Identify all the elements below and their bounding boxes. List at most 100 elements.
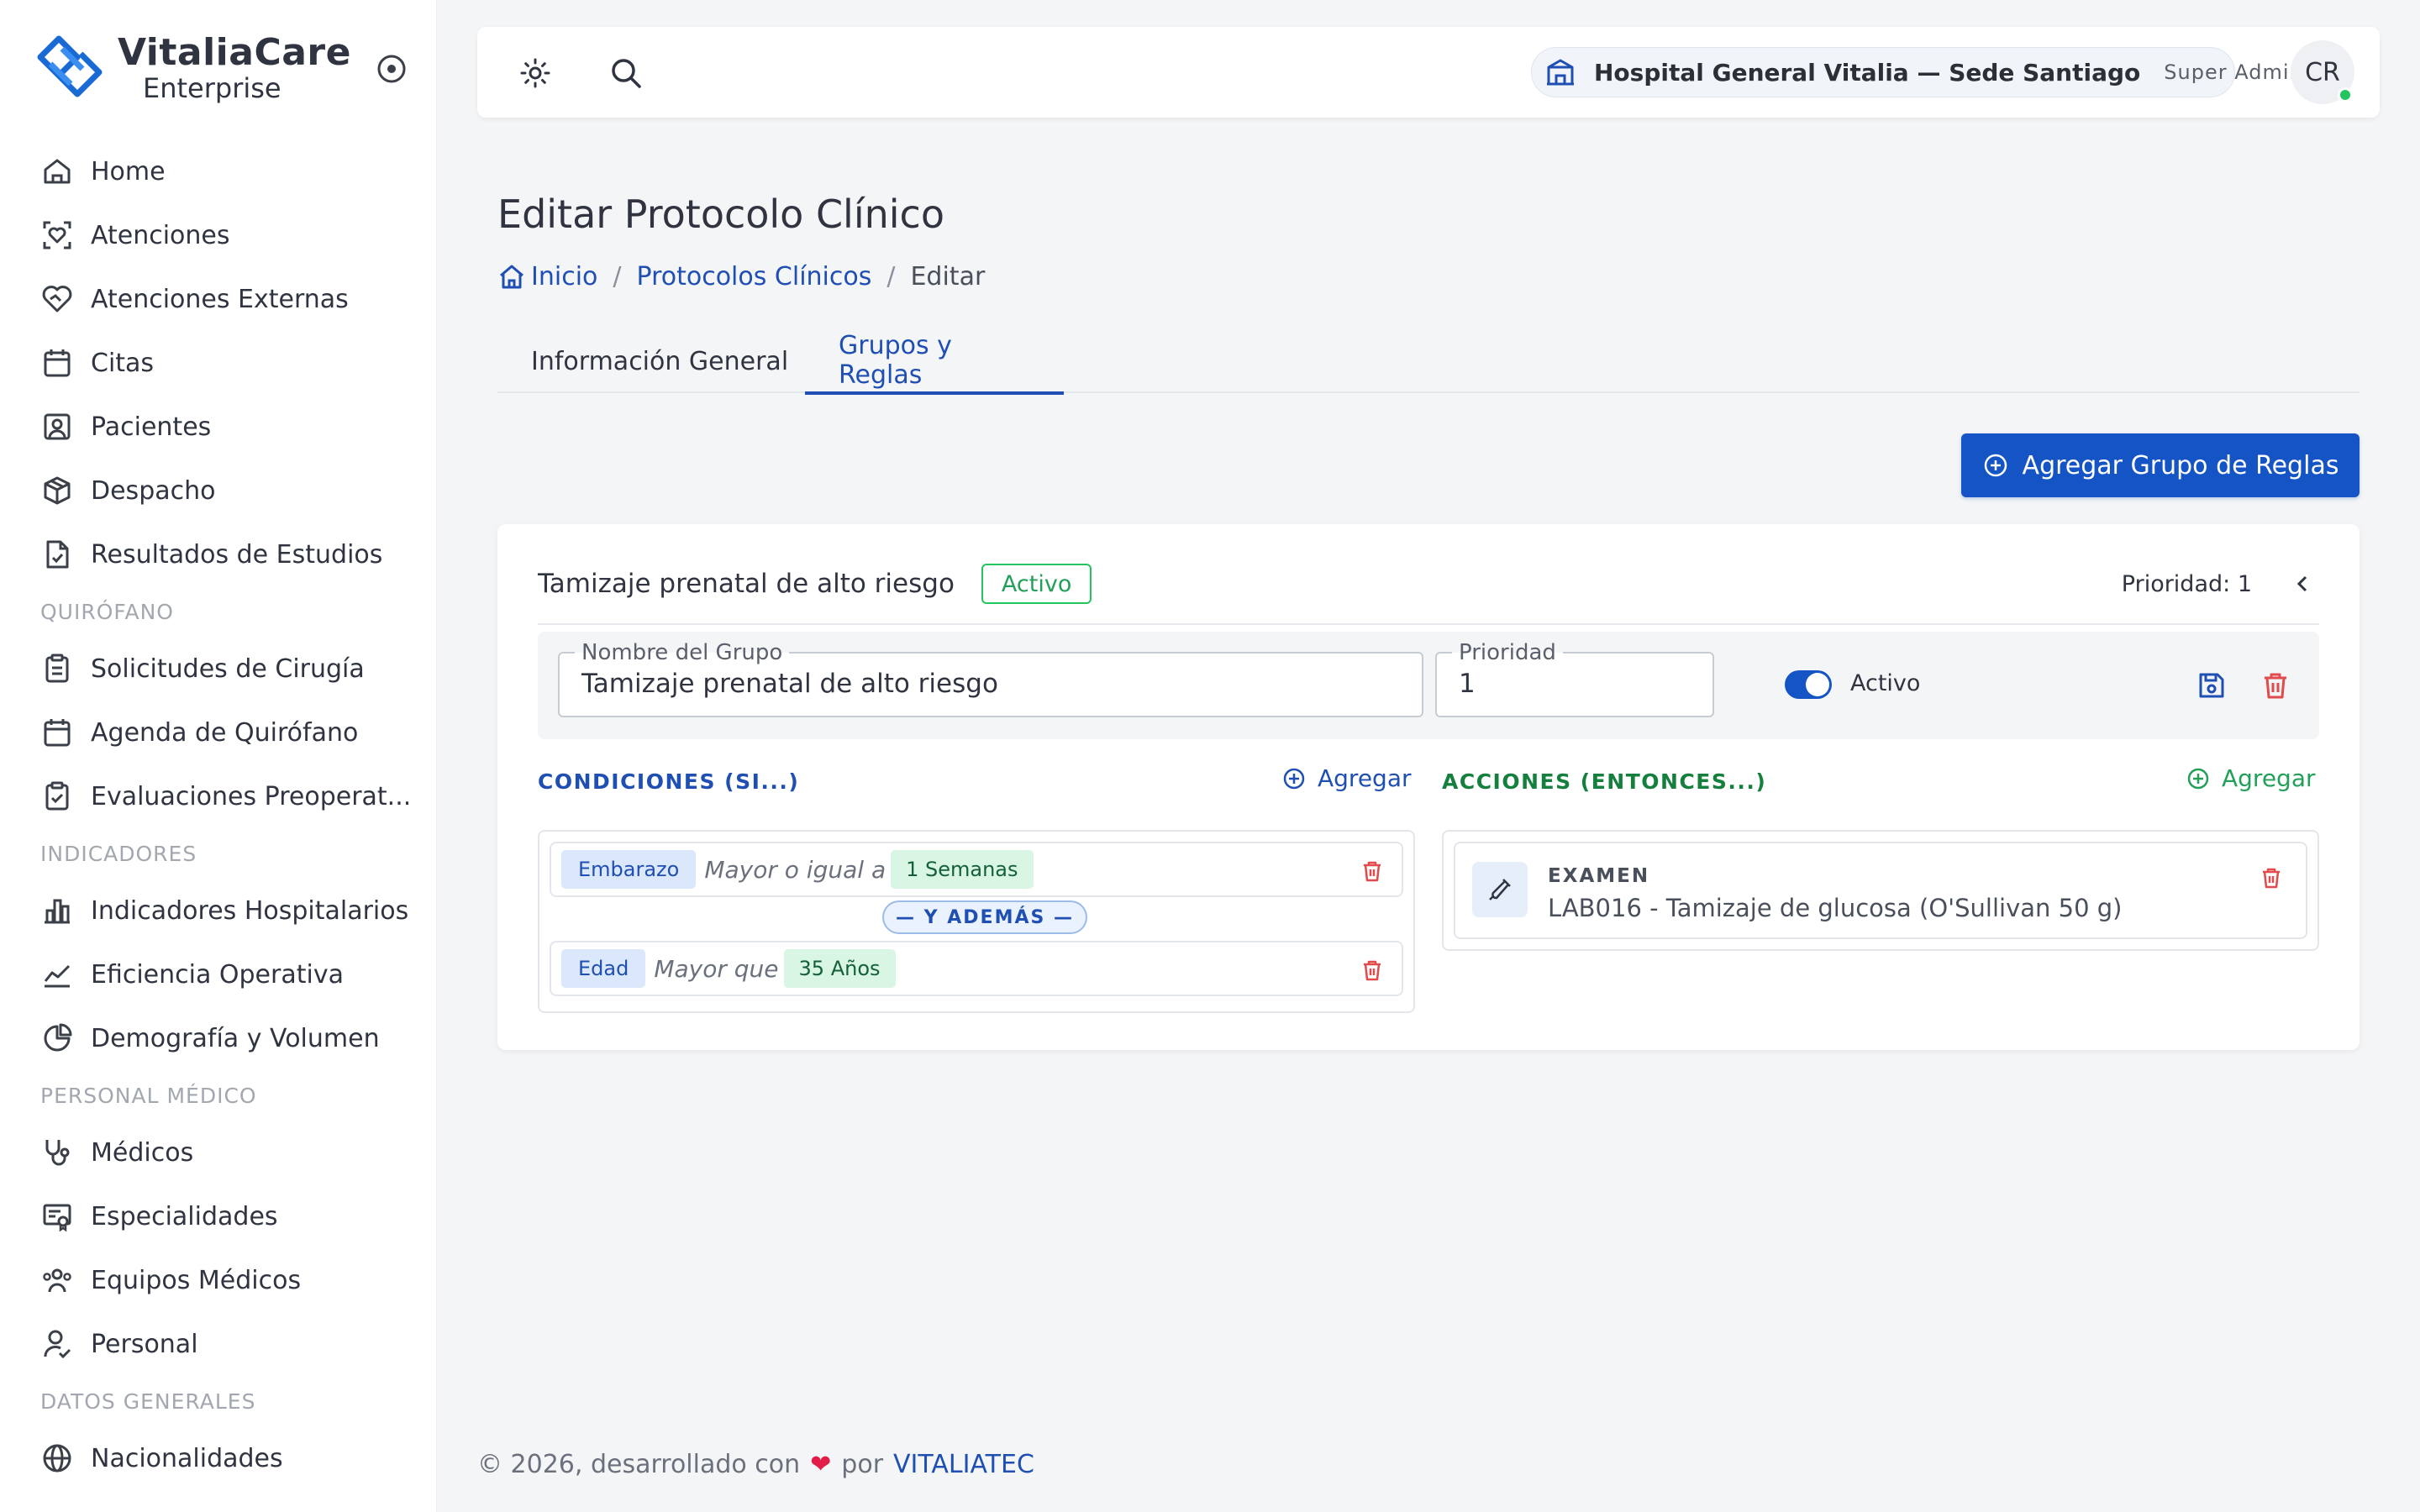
- add-condition-button[interactable]: Agregar: [1282, 764, 1412, 792]
- footer-company-link[interactable]: VITALIATEC: [893, 1450, 1034, 1479]
- action-row: EXAMEN LAB016 - Tamizaje de glucosa (O'S…: [1454, 842, 2307, 939]
- sidebar: VitaliaCare Enterprise Home Atenciones A…: [0, 0, 437, 1512]
- user-square-icon: [44, 413, 71, 440]
- tab-grupos-reglas[interactable]: Grupos y Reglas: [805, 329, 1064, 395]
- sidebar-item-medicos[interactable]: Médicos: [0, 1121, 436, 1184]
- save-icon[interactable]: [2193, 667, 2230, 704]
- nav-section-datos: DATOS GENERALES: [40, 1389, 256, 1414]
- sidebar-item-pacientes[interactable]: Pacientes: [0, 395, 436, 459]
- handshake-heart-icon: [42, 286, 72, 312]
- action-value: LAB016 - Tamizaje de glucosa (O'Sullivan…: [1548, 894, 2123, 922]
- priority-input[interactable]: 1: [1459, 669, 1707, 699]
- sidebar-item-agenda-quirofano[interactable]: Agenda de Quirófano: [0, 701, 436, 764]
- page-title: Editar Protocolo Clínico: [497, 192, 944, 237]
- user-role: Super Admin: [2164, 60, 2303, 84]
- sidebar-item-label: Citas: [91, 348, 155, 378]
- footer: © 2026, desarrollado con ❤ por VITALIATE…: [477, 1450, 1034, 1479]
- sidebar-item-atenciones-externas[interactable]: Atenciones Externas: [0, 267, 436, 331]
- sidebar-item-label: Agenda de Quirófano: [91, 717, 359, 748]
- online-status-dot: [2338, 87, 2353, 102]
- active-toggle-label: Activo: [1850, 670, 1921, 696]
- breadcrumb-home-label: Inicio: [531, 262, 598, 291]
- sidebar-item-solicitudes-cirugia[interactable]: Solicitudes de Cirugía: [0, 637, 436, 701]
- rule-group-header[interactable]: Tamizaje prenatal de alto riesgo Activo …: [538, 544, 2319, 625]
- sidebar-item-eficiencia[interactable]: Eficiencia Operativa: [0, 942, 436, 1006]
- sidebar-item-equipos[interactable]: Equipos Médicos: [0, 1248, 436, 1312]
- sidebar-item-label: Personal: [91, 1329, 198, 1359]
- clipboard-icon: [45, 654, 69, 683]
- group-edit-form: Nombre del Grupo Tamizaje prenatal de al…: [538, 632, 2319, 739]
- sidebar-item-label: Home: [91, 156, 166, 186]
- sidebar-item-resultados[interactable]: Resultados de Estudios: [0, 522, 436, 586]
- add-action-button[interactable]: Agregar: [2186, 764, 2316, 792]
- add-condition-label: Agregar: [1318, 764, 1412, 792]
- chevron-left-icon[interactable]: [2286, 567, 2319, 601]
- test-tube-icon: [1472, 862, 1528, 917]
- sidebar-item-label: Especialidades: [91, 1201, 278, 1231]
- breadcrumb-home-link[interactable]: Inicio: [497, 262, 597, 291]
- sidebar-item-nacionalidades[interactable]: Nacionalidades: [0, 1426, 436, 1490]
- footer-by: por: [841, 1450, 884, 1479]
- sidebar-item-label: Solicitudes de Cirugía: [91, 654, 365, 684]
- tab-informacion-general[interactable]: Información General: [497, 329, 822, 393]
- sidebar-item-especialidades[interactable]: Especialidades: [0, 1184, 436, 1248]
- sidebar-item-citas[interactable]: Citas: [0, 331, 436, 395]
- sidebar-item-evaluaciones[interactable]: Evaluaciones Preoperat...: [0, 764, 436, 828]
- sidebar-item-atenciones[interactable]: Atenciones: [0, 203, 436, 267]
- trash-icon[interactable]: [2257, 667, 2294, 704]
- sidebar-item-indicadores-hospitalarios[interactable]: Indicadores Hospitalarios: [0, 879, 436, 942]
- plus-circle-icon: [1283, 768, 1305, 789]
- trash-icon[interactable]: [1358, 857, 1386, 885]
- calendar-icon: [44, 719, 71, 747]
- action-type: EXAMEN: [1548, 865, 1650, 887]
- nav-section-personal: PERSONAL MÉDICO: [40, 1083, 257, 1108]
- home-icon: [500, 265, 523, 288]
- brand-name: VitaliaCare: [118, 31, 351, 74]
- package-icon: [44, 476, 71, 505]
- add-rule-group-button[interactable]: Agregar Grupo de Reglas: [1961, 433, 2360, 497]
- home-icon: [44, 159, 71, 184]
- sidebar-item-demografia[interactable]: Demografía y Volumen: [0, 1006, 436, 1070]
- rule-group-title: Tamizaje prenatal de alto riesgo: [538, 569, 955, 599]
- sidebar-item-home[interactable]: Home: [0, 139, 436, 203]
- trash-icon[interactable]: [1358, 956, 1386, 984]
- heart-icon: ❤: [810, 1450, 832, 1479]
- group-name-input[interactable]: Tamizaje prenatal de alto riesgo: [581, 669, 1357, 699]
- condition-row: Edad Mayor que 35 Años: [550, 941, 1403, 996]
- search-button[interactable]: [605, 52, 647, 94]
- tenant-name: Hospital General Vitalia — Sede Santiago: [1594, 58, 2141, 87]
- sidebar-item-label: Evaluaciones Preoperat...: [91, 781, 412, 811]
- sidebar-item-personal[interactable]: Personal: [0, 1312, 436, 1376]
- priority-field-label: Prioridad: [1452, 640, 1563, 665]
- priority-label: Prioridad: 1: [2121, 570, 2252, 597]
- tenant-selector[interactable]: Hospital General Vitalia — Sede Santiago…: [1531, 47, 2344, 97]
- condition-variable: Embarazo: [561, 850, 697, 889]
- brand[interactable]: VitaliaCare Enterprise: [34, 30, 351, 106]
- user-avatar[interactable]: CR: [2291, 40, 2354, 104]
- condition-operator: Mayor o igual a: [704, 855, 886, 884]
- breadcrumb-parent-link[interactable]: Protocolos Clínicos: [637, 262, 872, 291]
- priority-field[interactable]: Prioridad 1: [1435, 640, 1714, 717]
- file-check-icon: [46, 540, 69, 569]
- line-chart-icon: [44, 964, 71, 988]
- rule-group-card: Tamizaje prenatal de alto riesgo Activo …: [497, 524, 2360, 1050]
- plus-circle-icon: [2187, 768, 2209, 789]
- status-badge: Activo: [981, 564, 1092, 604]
- add-rule-group-label: Agregar Grupo de Reglas: [2022, 450, 2339, 480]
- breadcrumb: Inicio / Protocolos Clínicos / Editar: [497, 262, 985, 291]
- conditions-list: Embarazo Mayor o igual a 1 Semanas — Y A…: [538, 830, 1415, 1013]
- sun-icon: [520, 58, 550, 88]
- sidebar-toggle-icon[interactable]: [375, 52, 408, 86]
- sidebar-item-despacho[interactable]: Despacho: [0, 459, 436, 522]
- trash-icon[interactable]: [2257, 864, 2286, 892]
- group-name-field[interactable]: Nombre del Grupo Tamizaje prenatal de al…: [558, 640, 1423, 717]
- condition-variable: Edad: [561, 949, 646, 988]
- sidebar-item-label: Resultados de Estudios: [91, 539, 383, 570]
- sidebar-item-label: Eficiencia Operativa: [91, 959, 344, 990]
- active-toggle[interactable]: [1785, 670, 1832, 699]
- sidebar-item-label: Equipos Médicos: [91, 1265, 302, 1295]
- actions-list: EXAMEN LAB016 - Tamizaje de glucosa (O'S…: [1442, 830, 2319, 951]
- theme-toggle-button[interactable]: [514, 52, 556, 94]
- brand-logo-icon: [37, 35, 103, 97]
- stethoscope-icon: [45, 1140, 70, 1166]
